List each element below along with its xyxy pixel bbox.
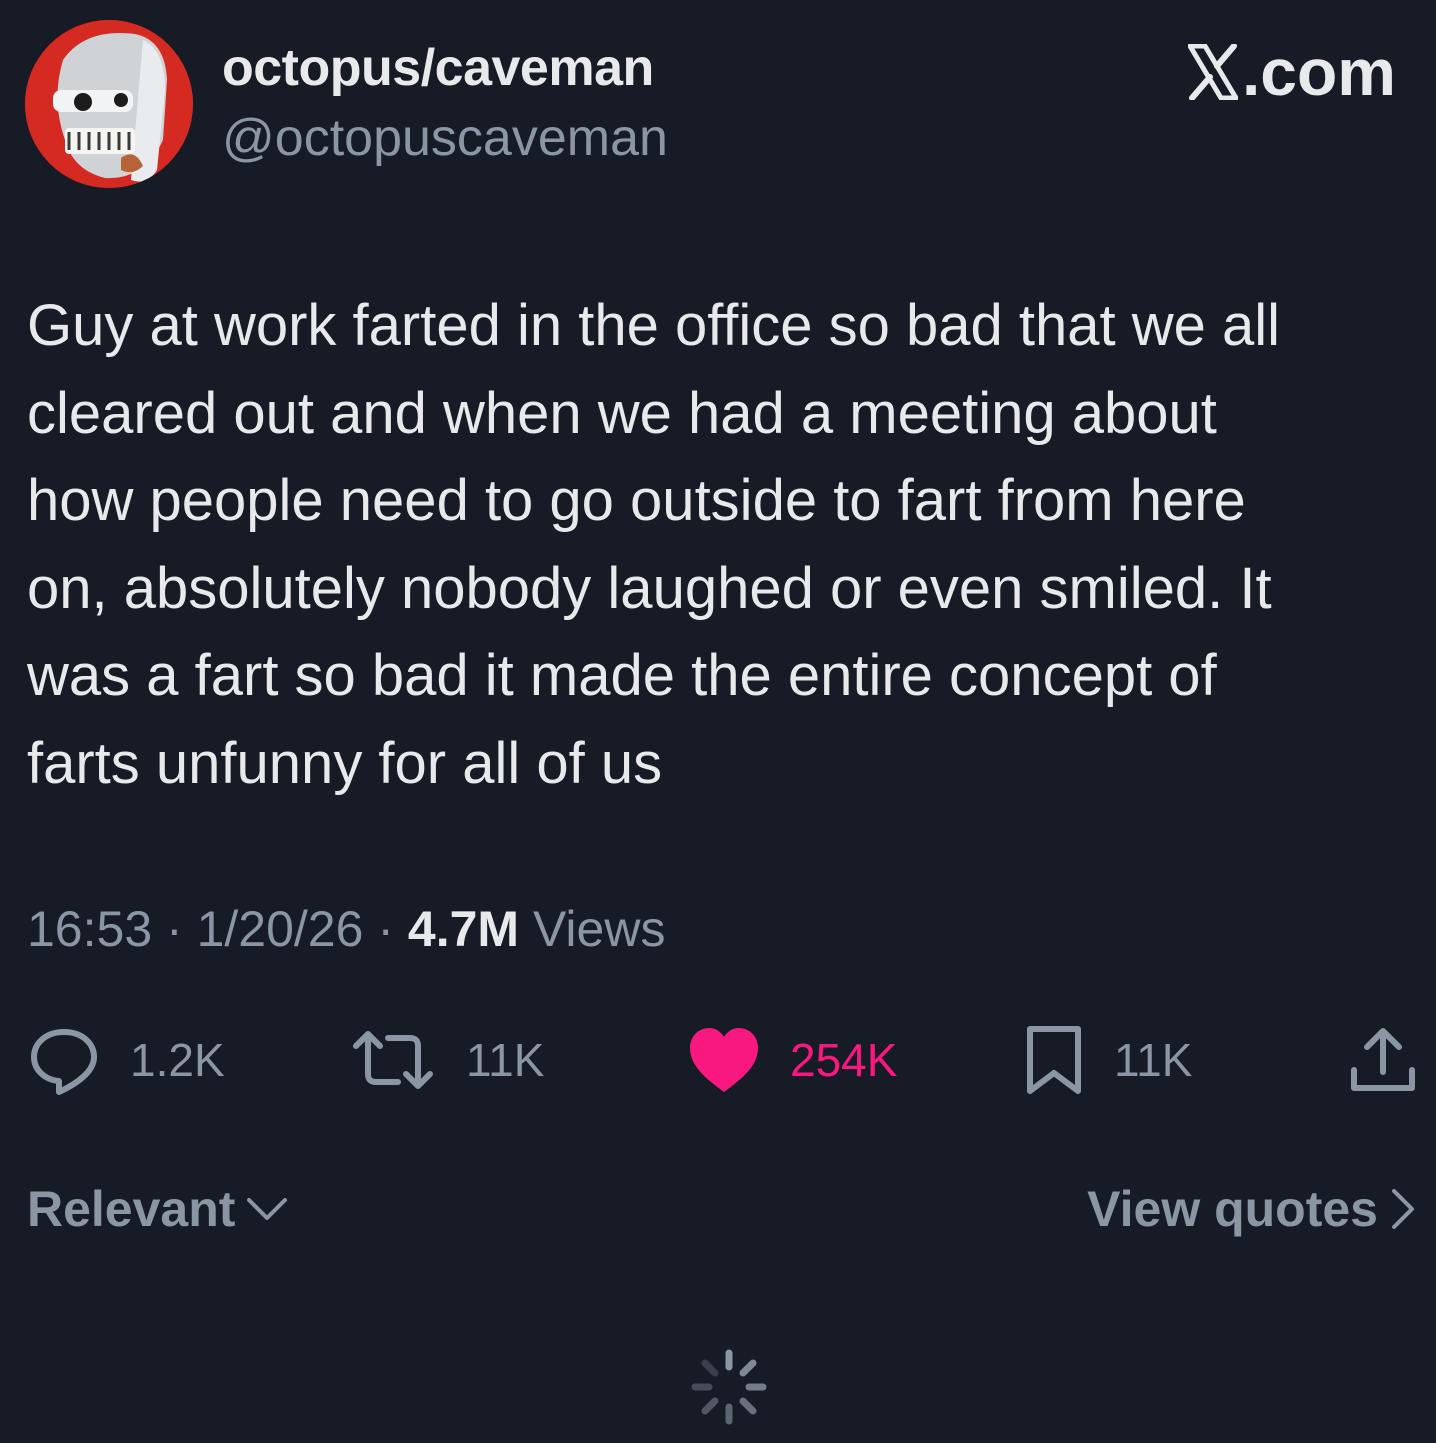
reply-icon [31,1029,97,1095]
reply-button[interactable]: 1.2K [28,1020,225,1100]
brand-text: .com [1241,35,1396,109]
bookmark-count: 11K [1114,1034,1193,1086]
views-count: 4.7M [407,901,520,957]
tweet-meta: 16:53 · 1/20/26 · 4.7M Views [27,900,665,958]
repost-button[interactable]: 11K [350,1020,544,1100]
loading-spinner-icon [691,1349,767,1425]
chevron-right-icon [1392,1189,1414,1229]
like-button[interactable]: 254K [688,1020,897,1100]
x-logo-icon [1187,44,1238,100]
heart-icon [690,1028,758,1092]
tweet-text: Guy at work farted in the office so bad … [27,293,1281,796]
share-icon [1351,1028,1415,1091]
skull-face-avatar-icon [25,20,193,188]
reply-count: 1.2K [130,1034,225,1086]
repost-icon [353,1031,433,1089]
tweet-time[interactable]: 16:53 [27,901,152,957]
tweet-date[interactable]: 1/20/26 [197,901,364,957]
author-handle[interactable]: @octopuscaveman [222,108,668,168]
share-button[interactable] [1348,1020,1418,1100]
view-quotes-label: View quotes [1087,1181,1378,1237]
like-count: 254K [790,1034,898,1086]
x-com-brand: .com [1187,34,1396,110]
sort-label: Relevant [27,1181,236,1237]
avatar[interactable] [25,20,193,188]
meta-separator: · [166,901,183,957]
bookmark-icon [1027,1026,1081,1094]
chevron-down-icon [247,1198,288,1220]
author-display-name[interactable]: octopus/caveman [222,38,654,98]
meta-separator: · [377,901,394,957]
action-bar: 1.2K 11K 254K 11K [0,1020,1436,1100]
repost-count: 11K [466,1034,545,1086]
view-quotes-link[interactable]: View quotes [1087,1180,1418,1238]
bookmark-button[interactable]: 11K [1024,1020,1192,1100]
sort-dropdown[interactable]: Relevant [27,1180,289,1238]
views-label: Views [532,901,666,957]
